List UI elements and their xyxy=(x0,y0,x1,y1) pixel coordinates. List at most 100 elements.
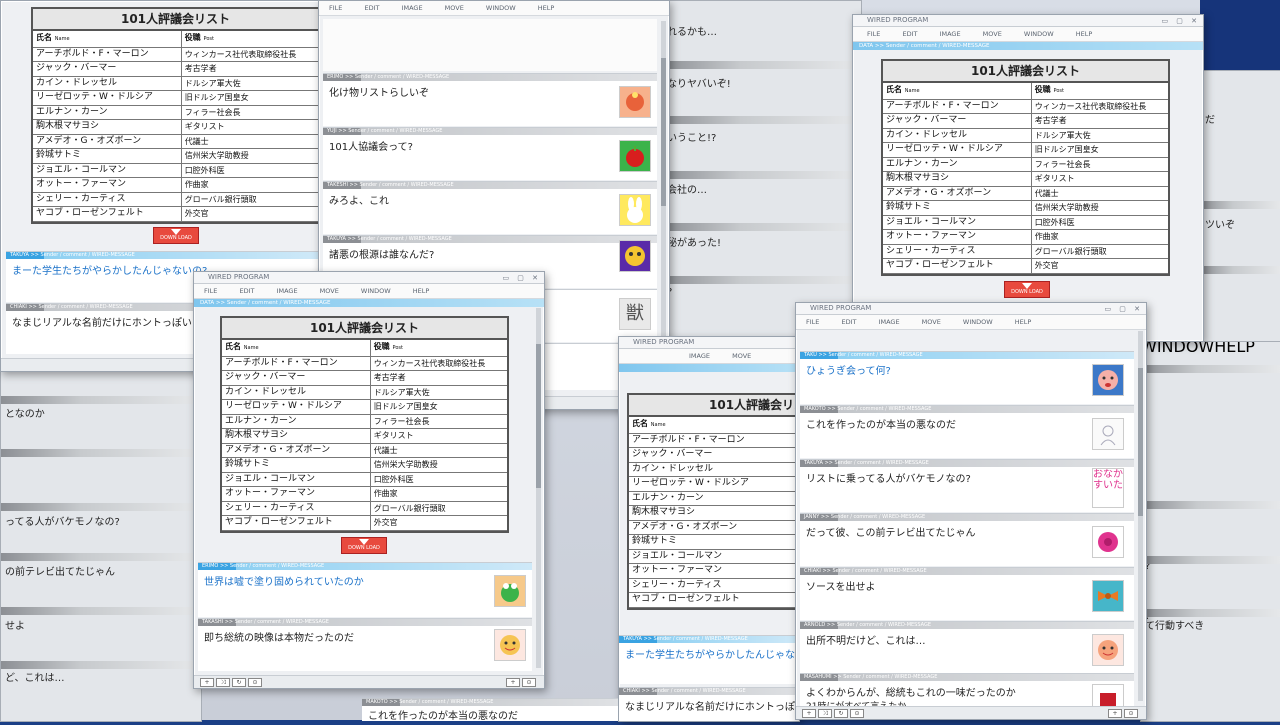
table-row: オットー・ファーマン 作曲家 xyxy=(33,177,318,193)
download-button[interactable]: DOWN LOAD xyxy=(341,537,387,554)
sender-name: JANNY xyxy=(804,514,820,520)
add-button[interactable]: + xyxy=(802,709,816,718)
table-header-row: 氏名 Name xyxy=(629,417,799,434)
shuffle-button[interactable]: ⤨ xyxy=(216,678,230,687)
message-item: MAKOTO >> Sender / comment / WIRED-MESSA… xyxy=(800,405,1134,458)
menu-window[interactable]: WINDOW xyxy=(361,287,391,295)
member-post-cell: 信州栄大学助教授 xyxy=(369,457,507,473)
member-post-cell: 信州栄大学助教授 xyxy=(180,148,318,164)
settings-button[interactable]: ⊙ xyxy=(522,678,536,687)
menu-image[interactable]: IMAGE xyxy=(879,318,900,326)
message-text: 即ち総統の映像は本物だったのだ xyxy=(204,633,354,644)
menu-move[interactable]: MOVE xyxy=(732,352,751,360)
message-item: TAKUYA >> Sender / comment / WIRED-MESSA… xyxy=(800,459,1134,512)
table-row: 駒木根マサヨシ xyxy=(629,505,799,521)
add-button[interactable]: + xyxy=(1108,709,1122,718)
menu-file[interactable]: FILE xyxy=(806,318,819,326)
bg-fragment: 秘があった! xyxy=(667,238,722,249)
data-bar: DATA >> Sender / comment / WIRED-MESSAGE xyxy=(853,42,1203,50)
menu-help[interactable]: HELP xyxy=(538,4,555,12)
settings-button[interactable]: ⊙ xyxy=(1124,709,1138,718)
settings-button[interactable]: ⊙ xyxy=(850,709,864,718)
settings-button[interactable]: ⊙ xyxy=(248,678,262,687)
scrollbar[interactable] xyxy=(1138,331,1143,701)
loop-button[interactable]: ↻ xyxy=(834,709,848,718)
message-item: CHIAKI >> Sender / comment / WIRED-MESSA… xyxy=(800,567,1134,620)
member-name-cell: シェリー・カーティス xyxy=(33,192,182,207)
member-post-cell: 外交官 xyxy=(1030,258,1168,274)
purple-character-icon xyxy=(619,240,651,272)
member-list-document: 101人評議会リスト 氏名 Nameアーチボルド・F・マーロンジャック・バーマー… xyxy=(627,393,799,610)
add-button[interactable]: + xyxy=(200,678,214,687)
window-title: WIRED PROGRAM xyxy=(633,338,695,346)
member-post-cell: 代議士 xyxy=(1030,186,1168,201)
message-item: TAKESHI >> Sender / comment / WIRED-MESS… xyxy=(323,181,657,234)
scrollbar[interactable] xyxy=(536,308,541,668)
member-post-cell: 旧ドルシア国皇女 xyxy=(369,399,507,415)
menu-edit[interactable]: EDIT xyxy=(239,287,254,295)
message-item: MAKOTO >> Sender / comment / WIRED-MESSA… xyxy=(362,698,618,722)
member-post-cell: 考古学者 xyxy=(369,370,507,386)
message-item: MASAHUMI >> Sender / comment / WIRED-MES… xyxy=(800,673,1134,716)
member-name-cell: 鈴城サトミ xyxy=(222,457,371,473)
table-row: ジャック・バーマー xyxy=(629,447,799,463)
message-meta: Sender / comment / WIRED-MESSAGE xyxy=(834,460,929,466)
add-button[interactable]: + xyxy=(506,678,520,687)
member-list-document: 101人評議会リスト 氏名 Name 役職 Post アーチボルド・F・マーロン ウィ… xyxy=(220,316,509,533)
member-post-cell: 口腔外科医 xyxy=(180,163,318,178)
member-post-cell: 外交官 xyxy=(180,206,318,222)
download-button[interactable]: DOWN LOAD xyxy=(153,227,199,244)
member-name-cell: アーチボルド・F・マーロン xyxy=(629,433,799,448)
menu-file[interactable]: FILE xyxy=(204,287,217,295)
menu-file[interactable]: FILE xyxy=(867,30,880,38)
table-row: アーチボルド・F・マーロン ウィンカース社代表取締役社長 xyxy=(222,356,507,371)
menu-file[interactable]: FILE xyxy=(329,4,342,12)
table-row: エルナン・カーン フィラー社会長 xyxy=(222,414,507,429)
member-post-cell: フィラー社会長 xyxy=(1030,157,1168,172)
menu-move[interactable]: MOVE xyxy=(922,318,941,326)
shuffle-button[interactable]: ⤨ xyxy=(818,709,832,718)
menu-move[interactable]: MOVE xyxy=(983,30,1002,38)
table-row: エルナン・カーン フィラー社会長 xyxy=(33,105,318,120)
table-row: シェリー・カーティス グローバル銀行頭取 xyxy=(222,501,507,516)
menu-image[interactable]: IMAGE xyxy=(940,30,961,38)
menu-edit[interactable]: EDIT xyxy=(841,318,856,326)
menu-edit[interactable]: EDIT xyxy=(364,4,379,12)
yellow-rabbit-icon xyxy=(619,194,651,226)
menu-window[interactable]: WINDOW xyxy=(1024,30,1054,38)
sender-name: ERIMO xyxy=(202,563,219,569)
message-item: YUJI >> Sender / comment / WIRED-MESSAGE… xyxy=(323,127,657,180)
menu-image[interactable]: IMAGE xyxy=(277,287,298,295)
member-post-cell: グローバル銀行頭取 xyxy=(1030,244,1168,259)
title-bar: WIRED PROGRAM xyxy=(619,337,799,349)
table-row: 鈴城サトミ xyxy=(629,534,799,550)
table-header-row: 氏名 Name 役職 Post xyxy=(222,340,507,357)
menu-image[interactable]: IMAGE xyxy=(402,4,423,12)
menu-image[interactable]: IMAGE xyxy=(689,352,710,360)
bg-fragment: となのか xyxy=(5,409,45,420)
menu-move[interactable]: MOVE xyxy=(320,287,339,295)
document-title: 101人評議会リスト xyxy=(629,395,799,417)
menu-move[interactable]: MOVE xyxy=(445,4,464,12)
message-meta: Sender / comment / WIRED-MESSAGE xyxy=(357,236,452,242)
menu-edit[interactable]: EDIT xyxy=(902,30,917,38)
loop-button[interactable]: ↻ xyxy=(232,678,246,687)
menu-window[interactable]: WINDOW xyxy=(963,318,993,326)
member-post-cell: 考古学者 xyxy=(180,61,318,77)
member-name-cell: 鈴城サトミ xyxy=(33,148,182,164)
member-list-document: 101人評議会リスト 氏名 Name 役職 Post アーチボルド・F・マーロン ウィ… xyxy=(881,59,1170,276)
bg-fragment: れるかも… xyxy=(667,27,717,38)
member-name-cell: 駒木根マサヨシ xyxy=(629,505,799,521)
menu-help[interactable]: HELP xyxy=(413,287,430,295)
download-button[interactable]: DOWN LOAD xyxy=(1004,281,1050,298)
member-name-cell: ジャック・バーマー xyxy=(629,447,799,463)
message-text: これを作ったのが本当の悪なのだ xyxy=(368,711,518,722)
menu-window[interactable]: WINDOW xyxy=(486,4,516,12)
menu-help[interactable]: HELP xyxy=(1076,30,1093,38)
window-title: WIRED PROGRAM xyxy=(810,304,872,312)
sender-name: TAKU xyxy=(804,352,817,358)
message-item: CHIAKI >> Sender / comment / WIRED-MESSA… xyxy=(619,687,799,721)
kanji-beast-icon: 獣 xyxy=(619,298,651,330)
menu-help[interactable]: HELP xyxy=(1015,318,1032,326)
sender-name: MAKOTO xyxy=(804,406,826,412)
